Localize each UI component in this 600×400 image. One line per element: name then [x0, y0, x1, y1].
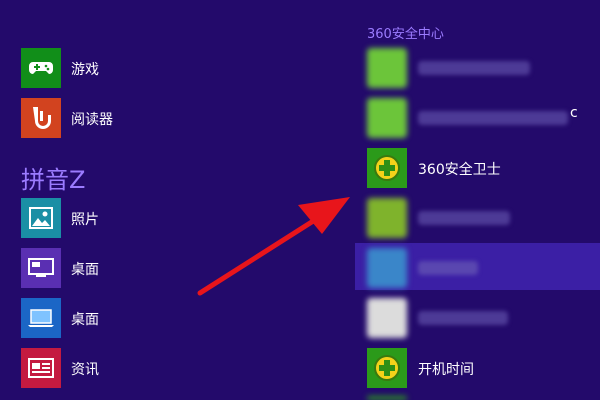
game-tile[interactable]	[21, 48, 61, 88]
app-label-boot-time[interactable]: 开机时间	[418, 359, 474, 379]
app-label-360-safeguard[interactable]: 360安全卫士	[418, 159, 501, 179]
blurred-app-tile-4[interactable]	[367, 248, 407, 288]
360-plus-icon	[373, 154, 401, 182]
reader-icon	[30, 105, 52, 131]
blurred-app-tile-2[interactable]	[367, 98, 407, 138]
blurred-app-tile-5[interactable]	[367, 298, 407, 338]
blurred-app-label-3	[418, 211, 510, 225]
app-label-news[interactable]: 资讯	[71, 359, 99, 379]
blurred-app-label-5	[418, 311, 508, 325]
news-icon	[28, 358, 54, 378]
blurred-app-tile-6[interactable]	[367, 396, 407, 400]
blurred-app-label-4	[418, 261, 478, 275]
blurred-app-label-2	[418, 111, 568, 125]
360-plus-icon	[373, 354, 401, 382]
news-tile[interactable]	[21, 348, 61, 388]
group-header-360[interactable]: 360安全中心	[367, 23, 444, 42]
blurred-app-label-1	[418, 61, 530, 75]
app-label-desktop-1[interactable]: 桌面	[71, 259, 99, 279]
desktop-tile-1[interactable]	[21, 248, 61, 288]
app-label-photos[interactable]: 照片	[71, 209, 99, 229]
desktop-icon	[28, 258, 54, 278]
blurred-app-tile-3[interactable]	[367, 198, 407, 238]
reader-tile[interactable]	[21, 98, 61, 138]
blurred-app-tile-1[interactable]	[367, 48, 407, 88]
app-label-games[interactable]: 游戏	[71, 59, 99, 79]
360-safeguard-tile[interactable]	[367, 148, 407, 188]
gamepad-icon	[29, 60, 53, 76]
boot-time-tile[interactable]	[367, 348, 407, 388]
app-label-desktop-2[interactable]: 桌面	[71, 309, 99, 329]
laptop-icon	[27, 308, 55, 328]
desktop-tile-2[interactable]	[21, 298, 61, 338]
photo-icon	[29, 207, 53, 229]
group-header-pinyin-z[interactable]: 拼音Z	[21, 160, 85, 195]
partial-label-text: c	[570, 105, 578, 121]
app-label-reader[interactable]: 阅读器	[71, 109, 113, 129]
photos-tile[interactable]	[21, 198, 61, 238]
